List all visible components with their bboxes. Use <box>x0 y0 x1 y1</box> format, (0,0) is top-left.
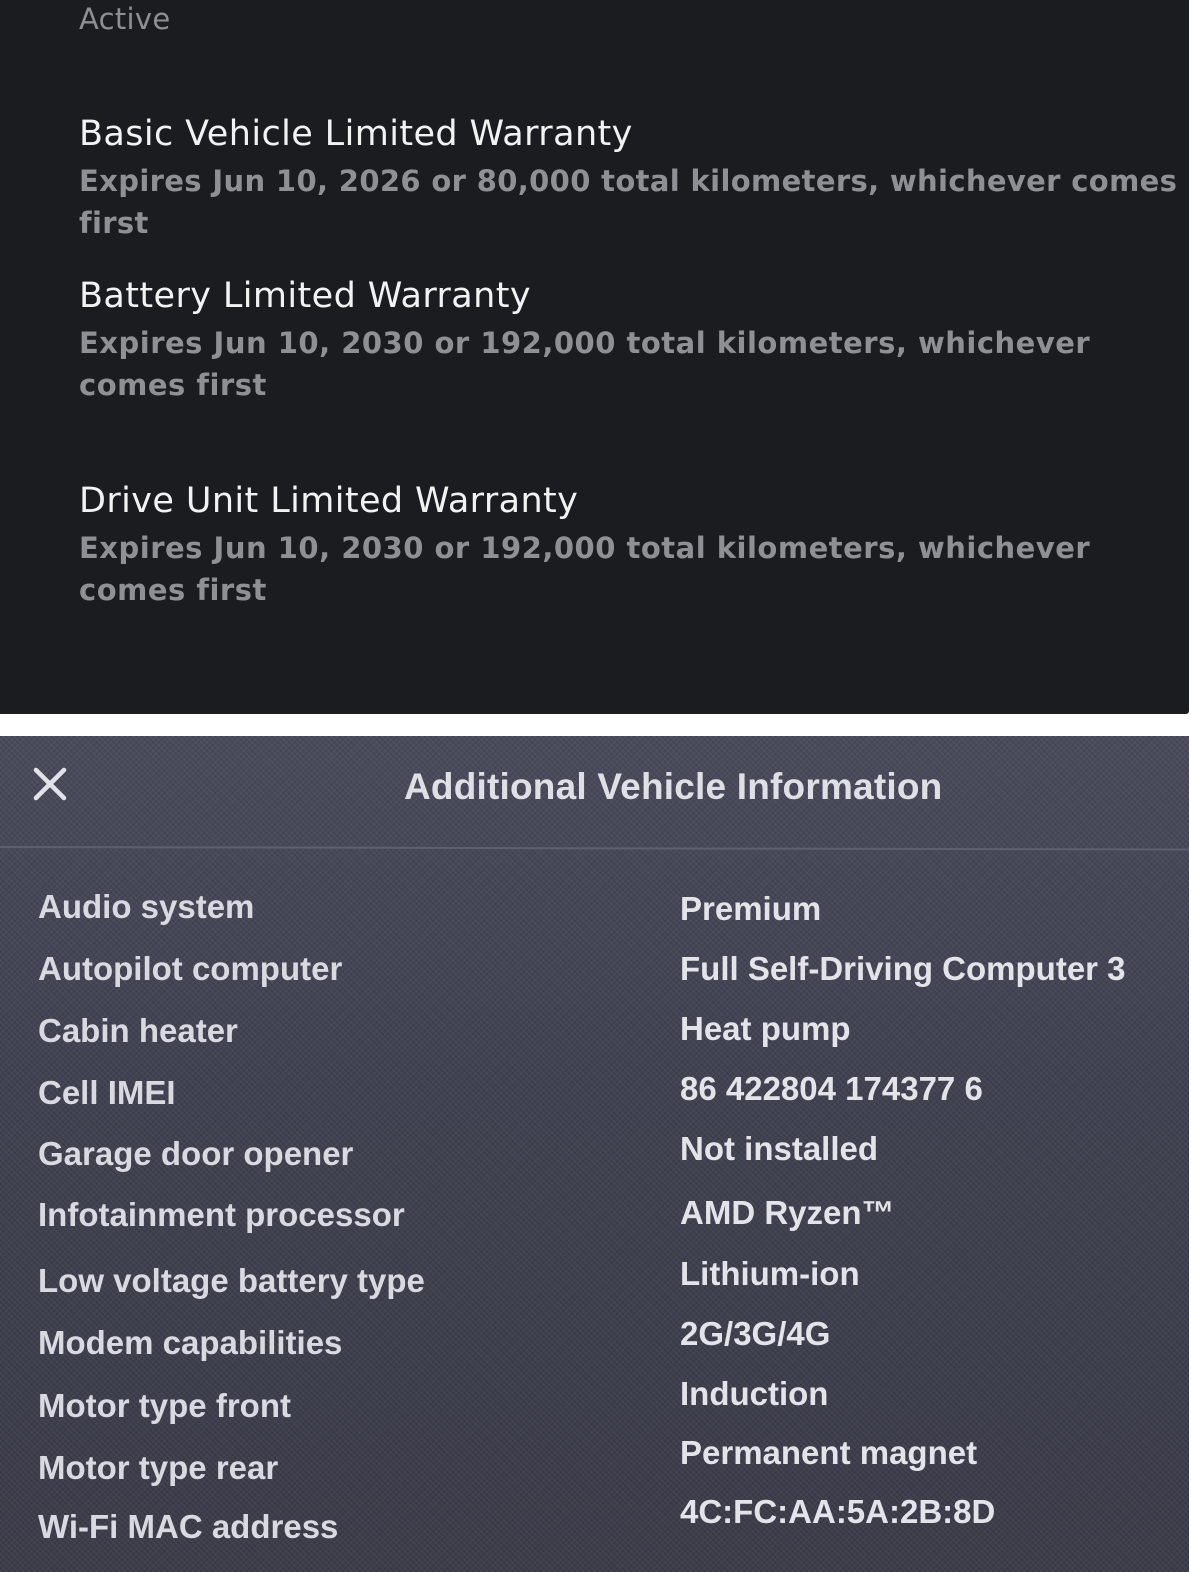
info-label: Modem capabilities <box>38 1324 343 1361</box>
warranty-description: Expires Jun 10, 2030 or 192,000 total ki… <box>79 531 1091 607</box>
info-label: Infotainment processor <box>38 1196 405 1233</box>
info-label: Cabin heater <box>38 1012 238 1049</box>
warranty-title: Basic Vehicle Limited Warranty <box>79 114 633 154</box>
info-value: Premium <box>680 890 822 927</box>
warranty-panel: Active Basic Vehicle Limited Warranty Ex… <box>0 0 1189 714</box>
vehicle-info-list: Audio system Premium Autopilot computer … <box>0 736 1189 1572</box>
info-row-wifi-mac-address: Wi-Fi MAC address 4C:FC:AA:5A:2B:8D <box>0 736 1189 1545</box>
warranty-item-drive-unit[interactable]: Drive Unit Limited Warranty Expires Jun … <box>79 480 1184 611</box>
warranty-title: Drive Unit Limited Warranty <box>79 481 579 521</box>
warranty-item-basic-vehicle[interactable]: Basic Vehicle Limited Warranty Expires J… <box>79 113 1184 244</box>
info-value: Heat pump <box>680 1010 851 1047</box>
screenshot-divider <box>0 714 1191 736</box>
info-value: Lithium-ion <box>680 1255 860 1292</box>
info-label: Autopilot computer <box>38 950 343 987</box>
info-label: Low voltage battery type <box>38 1262 425 1299</box>
info-label: Garage door opener <box>38 1135 354 1172</box>
warranty-title: Battery Limited Warranty <box>79 276 531 316</box>
info-value: Induction <box>680 1375 829 1412</box>
info-label: Audio system <box>38 888 255 925</box>
info-value: 2G/3G/4G <box>680 1315 831 1352</box>
info-value: 4C:FC:AA:5A:2B:8D <box>680 1493 996 1530</box>
warranty-description: Expires Jun 10, 2030 or 192,000 total ki… <box>79 326 1091 402</box>
info-value: Not installed <box>680 1130 879 1167</box>
vehicle-info-dialog: Additional Vehicle Information Audio sys… <box>0 736 1189 1572</box>
info-label: Cell IMEI <box>38 1074 176 1111</box>
info-label: Motor type front <box>38 1387 291 1424</box>
warranty-status: Active <box>79 2 171 36</box>
info-label: Wi-Fi MAC address <box>38 1508 339 1545</box>
info-value: AMD Ryzen™ <box>680 1194 895 1231</box>
warranty-description: Expires Jun 10, 2026 or 80,000 total kil… <box>79 164 1178 240</box>
info-value: 86 422804 174377 6 <box>680 1070 983 1107</box>
info-value: Full Self-Driving Computer 3 <box>680 950 1126 987</box>
info-label: Motor type rear <box>38 1449 279 1486</box>
info-value: Permanent magnet <box>680 1434 978 1471</box>
warranty-item-battery[interactable]: Battery Limited Warranty Expires Jun 10,… <box>79 275 1184 406</box>
